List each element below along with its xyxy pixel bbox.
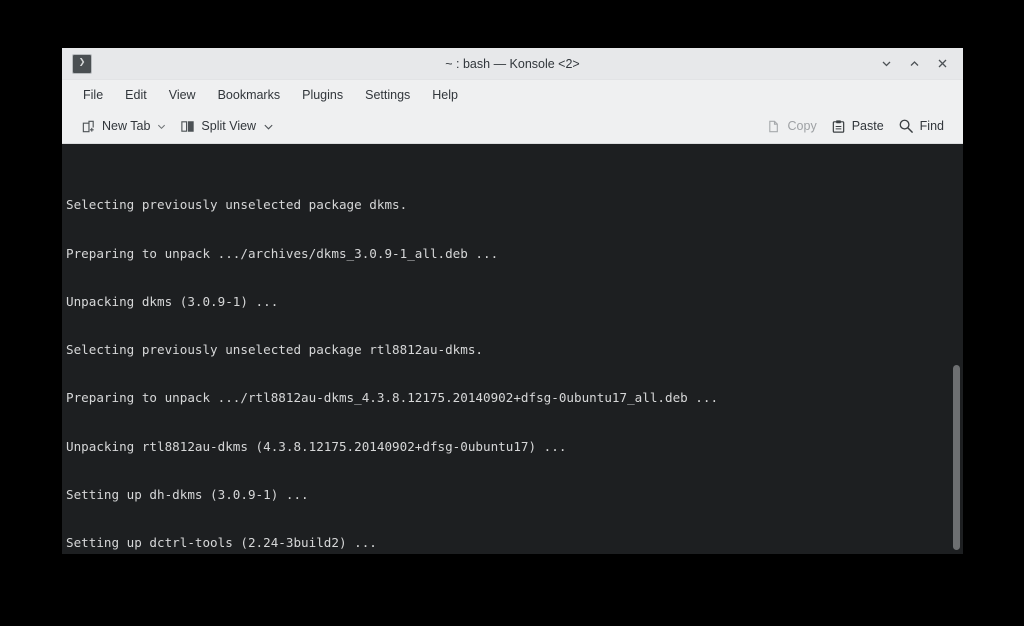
new-tab-label: New Tab (102, 119, 151, 133)
menu-item-plugins[interactable]: Plugins (291, 84, 354, 106)
terminal-line: Selecting previously unselected package … (66, 342, 484, 358)
terminal-line: Preparing to unpack .../archives/dkms_3.… (66, 245, 499, 261)
menu-item-file[interactable]: File (72, 84, 114, 106)
new-tab-button[interactable]: New Tab (74, 116, 173, 137)
menu-item-settings[interactable]: Settings (354, 84, 421, 106)
new-tab-icon (81, 119, 96, 134)
terminal-line: Setting up dh-dkms (3.0.9-1) ... (66, 486, 309, 502)
find-button[interactable]: Find (891, 115, 951, 137)
menu-item-view[interactable]: View (158, 84, 207, 106)
menu-item-edit[interactable]: Edit (114, 84, 158, 106)
maximize-icon[interactable] (901, 52, 927, 76)
split-view-label: Split View (201, 119, 257, 133)
window-controls (873, 52, 955, 76)
copy-icon (767, 119, 782, 134)
find-label: Find (919, 119, 944, 133)
new-tab-chevron-down-icon[interactable] (157, 122, 166, 131)
terminal-line: Unpacking rtl8812au-dkms (4.3.8.12175.20… (66, 438, 567, 454)
split-view-button[interactable]: Split View (173, 116, 281, 137)
copy-button[interactable]: Copy (760, 116, 824, 137)
terminal-scrollbar[interactable] (950, 144, 963, 554)
terminal-line: Selecting previously unselected package … (66, 197, 408, 213)
scrollbar-thumb[interactable] (953, 365, 960, 550)
paste-icon (831, 119, 846, 134)
copy-label: Copy (787, 119, 817, 133)
close-icon[interactable] (929, 52, 955, 76)
toolbar: New Tab Split View Copy Paste Find (62, 109, 963, 144)
terminal-line: Setting up dctrl-tools (2.24-3build2) ..… (66, 535, 377, 551)
menu-item-help[interactable]: Help (421, 84, 469, 106)
desktop: ❯ ~ : bash — Konsole <2> File Edit View … (0, 0, 1024, 626)
terminal-line: Unpacking dkms (3.0.9-1) ... (66, 293, 279, 309)
titlebar[interactable]: ❯ ~ : bash — Konsole <2> (62, 48, 963, 80)
window-title: ~ : bash — Konsole <2> (445, 56, 580, 71)
terminal-prompt-icon: ❯ (72, 53, 92, 74)
menubar: File Edit View Bookmarks Plugins Setting… (62, 80, 963, 109)
paste-label: Paste (851, 119, 884, 133)
paste-button[interactable]: Paste (824, 116, 891, 137)
terminal-output[interactable]: Selecting previously unselected package … (62, 144, 950, 554)
menu-item-bookmarks[interactable]: Bookmarks (207, 84, 292, 106)
split-view-chevron-down-icon[interactable] (263, 121, 274, 132)
split-view-icon (180, 119, 195, 134)
terminal-line: Preparing to unpack .../rtl8812au-dkms_4… (66, 390, 719, 406)
search-icon (898, 118, 914, 134)
terminal-area[interactable]: Selecting previously unselected package … (62, 144, 963, 554)
minimize-icon[interactable] (873, 52, 899, 76)
konsole-window: ❯ ~ : bash — Konsole <2> File Edit View … (62, 48, 963, 554)
